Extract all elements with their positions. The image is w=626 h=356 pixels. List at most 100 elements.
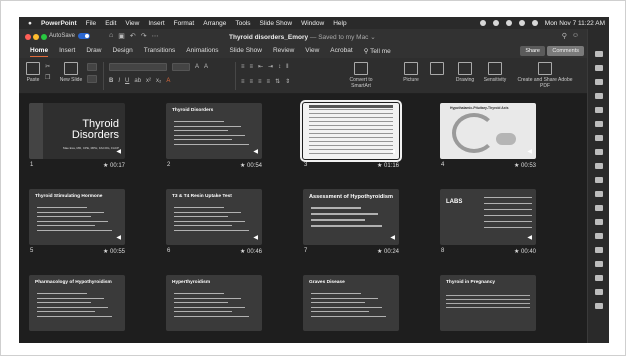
redo-icon[interactable]: ↷ [141, 32, 147, 40]
sidebar-tool-icon[interactable] [595, 205, 603, 211]
tab-transitions[interactable]: Transitions [144, 47, 176, 56]
menu-tools[interactable]: Tools [235, 20, 250, 27]
slide-thumbnail[interactable]: Hypothalamic-Pituitary-Thyroid Axis ◀ [440, 103, 536, 159]
slide-thumbnail[interactable]: T3 & T4 Resin Uptake Test ◀ [166, 189, 262, 245]
create-share-pdf-button[interactable]: Create and Share Adobe PDF [515, 62, 575, 89]
sidebar-tool-icon[interactable] [595, 149, 603, 155]
new-slide-button[interactable]: New Slide [59, 62, 83, 83]
bluetooth-icon[interactable] [492, 20, 499, 26]
sidebar-tool-icon[interactable] [595, 65, 603, 71]
font-family-select[interactable] [109, 63, 167, 71]
save-icon[interactable]: ▣ [118, 32, 125, 40]
slide-thumbnail[interactable]: Assessment of Hypothyroidism ◀ [303, 189, 399, 245]
sidebar-tool-icon[interactable] [595, 121, 603, 127]
slide-thumbnail[interactable]: LABS ◀ [440, 189, 536, 245]
layout-icon[interactable] [87, 63, 97, 71]
wifi-icon[interactable] [505, 20, 512, 26]
sidebar-tool-icon[interactable] [595, 303, 603, 309]
sidebar-tool-icon[interactable] [595, 93, 603, 99]
sidebar-tool-icon[interactable] [595, 247, 603, 253]
tab-acrobat[interactable]: Acrobat [330, 47, 352, 56]
justify-icon[interactable]: ≡ [267, 79, 271, 85]
tab-animations[interactable]: Animations [186, 47, 218, 56]
line-spacing-icon[interactable]: ↕ [278, 64, 281, 70]
sidebar-tool-icon[interactable] [595, 275, 603, 281]
audio-icon[interactable]: ◀ [253, 148, 258, 155]
underline-icon[interactable]: U [125, 78, 129, 84]
sidebar-tool-icon[interactable] [595, 107, 603, 113]
tab-review[interactable]: Review [273, 47, 294, 56]
tab-draw[interactable]: Draw [86, 47, 101, 56]
search-icon[interactable] [518, 20, 525, 26]
align-right-icon[interactable]: ≡ [258, 79, 262, 85]
record-icon[interactable] [479, 20, 486, 26]
paste-button[interactable]: Paste [22, 62, 44, 83]
subscript-icon[interactable]: x₂ [156, 78, 161, 84]
tab-insert[interactable]: Insert [59, 47, 75, 56]
account-icon[interactable]: ☺ [572, 32, 579, 40]
audio-icon[interactable]: ◀ [253, 234, 258, 241]
bullets-icon[interactable]: ≡ [241, 64, 245, 70]
menu-view[interactable]: View [125, 20, 139, 27]
font-color-icon[interactable]: A [166, 78, 170, 84]
menubar-datetime[interactable]: Mon Nov 7 11:22 AM [545, 20, 605, 27]
italic-icon[interactable]: I [118, 78, 120, 84]
slide-thumbnail[interactable]: Thyroid in Pregnancy [440, 275, 536, 331]
comments-button[interactable]: Comments [547, 46, 584, 56]
sidebar-tool-icon[interactable] [595, 261, 603, 267]
tab-slide-show[interactable]: Slide Show [229, 47, 262, 56]
audio-icon[interactable]: ◀ [527, 148, 532, 155]
slide-thumbnail[interactable]: Pharmacology of Hypothyroidism [29, 275, 125, 331]
tab-view[interactable]: View [305, 47, 319, 56]
search-doc-icon[interactable]: ⚲ [562, 32, 567, 40]
audio-icon[interactable]: ◀ [390, 148, 395, 155]
audio-icon[interactable]: ◀ [116, 148, 121, 155]
menu-slide-show[interactable]: Slide Show [260, 20, 293, 27]
slide-thumbnail[interactable]: Graves Disease [303, 275, 399, 331]
increase-indent-icon[interactable]: ⇥ [268, 63, 273, 70]
font-size-select[interactable] [172, 63, 190, 71]
menu-app-name[interactable]: PowerPoint [41, 20, 77, 27]
minimize-window-icon[interactable] [33, 34, 39, 40]
undo-icon[interactable]: ↶ [130, 32, 136, 40]
decrease-indent-icon[interactable]: ⇤ [258, 63, 263, 70]
tell-me-search[interactable]: ⚲ Tell me [364, 47, 391, 57]
slide-thumbnail[interactable]: Hyperthyroidism [166, 275, 262, 331]
autosave-toggle[interactable] [78, 33, 91, 39]
sidebar-tool-icon[interactable] [595, 79, 603, 85]
align-center-icon[interactable]: ≡ [250, 79, 254, 85]
sidebar-tool-icon[interactable] [595, 163, 603, 169]
superscript-icon[interactable]: x² [146, 78, 151, 84]
menu-window[interactable]: Window [301, 20, 324, 27]
bold-icon[interactable]: B [109, 78, 113, 84]
numbering-icon[interactable]: ≡ [250, 64, 254, 70]
sidebar-tool-icon[interactable] [595, 289, 603, 295]
sidebar-tool-icon[interactable] [595, 219, 603, 225]
menu-insert[interactable]: Insert [148, 20, 164, 27]
zoom-window-icon[interactable] [41, 34, 47, 40]
menu-edit[interactable]: Edit [105, 20, 116, 27]
drawing-button[interactable]: Drawing [453, 62, 477, 83]
save-status[interactable]: — Saved to my Mac ⌄ [308, 34, 376, 41]
align-text-icon[interactable]: ⇕ [285, 78, 290, 85]
tab-home[interactable]: Home [30, 47, 49, 57]
share-button[interactable]: Share [520, 46, 545, 56]
sidebar-tool-icon[interactable] [595, 191, 603, 197]
home-icon[interactable]: ⌂ [109, 32, 113, 40]
convert-smartart-button[interactable]: Convert to SmartArt [339, 62, 383, 89]
sidebar-tool-icon[interactable] [595, 177, 603, 183]
audio-icon[interactable]: ◀ [390, 234, 395, 241]
slide-thumbnail[interactable]: Thyroid Disorders ◀ [166, 103, 262, 159]
shapes-button[interactable] [427, 62, 447, 77]
tab-design[interactable]: Design [113, 47, 133, 56]
slide-thumbnail[interactable]: Thyroid Stimulating Hormone ◀ [29, 189, 125, 245]
menu-help[interactable]: Help [333, 20, 346, 27]
autosave-control[interactable]: AutoSave [49, 33, 91, 39]
audio-icon[interactable]: ◀ [527, 234, 532, 241]
more-icon[interactable]: ⋯ [152, 32, 159, 40]
text-direction-icon[interactable]: ⇅ [275, 78, 280, 85]
reset-icon[interactable] [87, 75, 97, 83]
sidebar-tool-icon[interactable] [595, 51, 603, 57]
cut-icon[interactable]: ✂ [45, 63, 50, 70]
sidebar-tool-icon[interactable] [595, 233, 603, 239]
